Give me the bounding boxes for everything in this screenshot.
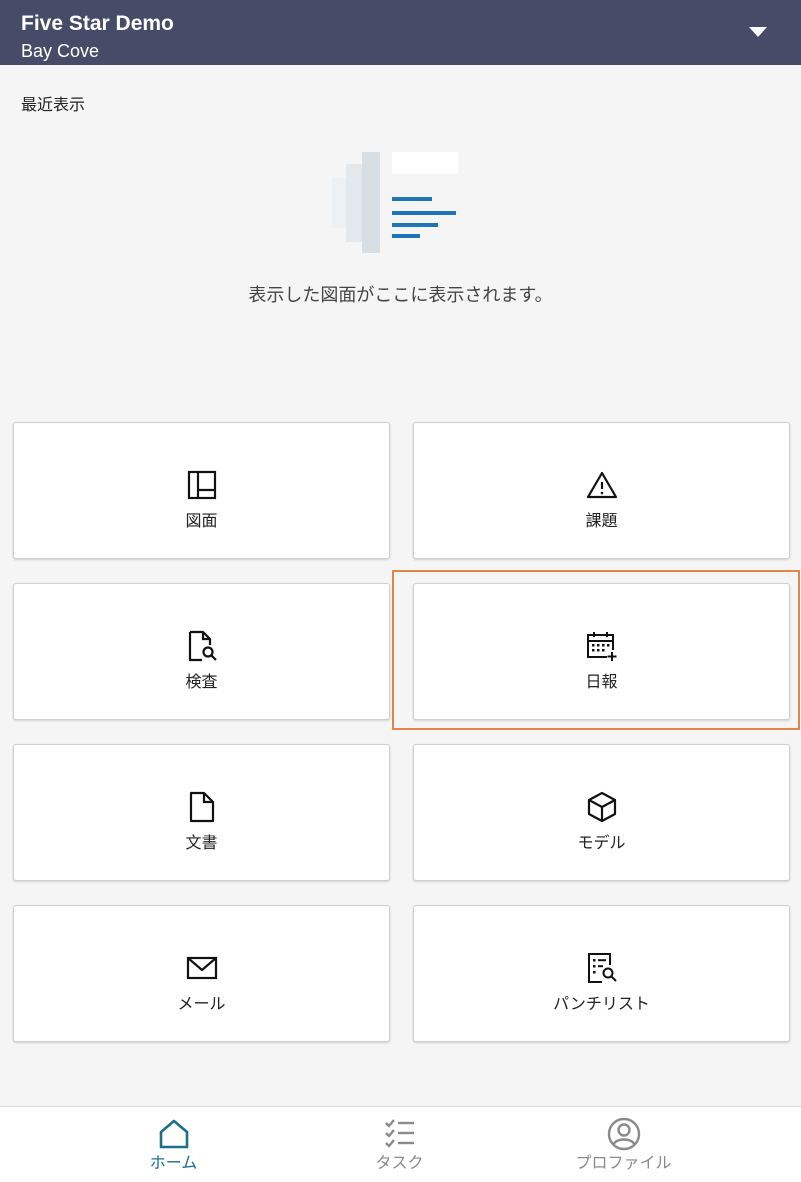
calendar-add-icon — [586, 630, 618, 662]
document-icon — [186, 791, 218, 823]
app-header: Five Star Demo Bay Cove — [0, 0, 801, 65]
document-stack-illustration — [332, 152, 458, 253]
tile-label: 検査 — [185, 672, 218, 691]
empty-recent-message: 表示した図面がここに表示されます。 — [248, 285, 553, 306]
tile-daily-reports[interactable]: 日報 — [413, 583, 790, 720]
tile-label: 課題 — [585, 511, 618, 530]
tile-inspections[interactable]: 検査 — [13, 583, 390, 720]
sheet-layout-icon — [186, 469, 218, 501]
bottom-navigation: ホーム タスク プロファイル — [0, 1106, 801, 1182]
user-circle-icon — [606, 1116, 642, 1152]
tile-models[interactable]: モデル — [413, 744, 790, 881]
nav-label: プロファイル — [575, 1153, 672, 1172]
envelope-icon — [186, 952, 218, 984]
tile-label: 日報 — [585, 672, 618, 691]
location-name[interactable]: Bay Cove — [21, 40, 99, 62]
tile-label: モデル — [577, 833, 626, 852]
tile-sheets[interactable]: 図面 — [13, 422, 390, 559]
checklist-search-icon — [586, 952, 618, 984]
tile-label: 文書 — [185, 833, 218, 852]
tile-issues[interactable]: 課題 — [413, 422, 790, 559]
tile-mail[interactable]: メール — [13, 905, 390, 1042]
cube-icon — [586, 791, 618, 823]
checklist-icon — [382, 1116, 418, 1152]
home-icon — [156, 1116, 192, 1152]
project-dropdown-button[interactable] — [740, 14, 776, 50]
tile-label: 図面 — [185, 511, 218, 530]
document-search-icon — [186, 630, 218, 662]
tile-label: メール — [177, 994, 226, 1013]
recent-section-title: 最近表示 — [21, 95, 86, 114]
tile-documents[interactable]: 文書 — [13, 744, 390, 881]
caret-down-icon — [749, 27, 767, 37]
tile-label: パンチリスト — [553, 994, 650, 1013]
project-name[interactable]: Five Star Demo — [21, 11, 174, 37]
nav-profile[interactable]: プロファイル — [490, 1107, 757, 1182]
warning-triangle-icon — [586, 469, 618, 501]
tile-punch-list[interactable]: パンチリスト — [413, 905, 790, 1042]
